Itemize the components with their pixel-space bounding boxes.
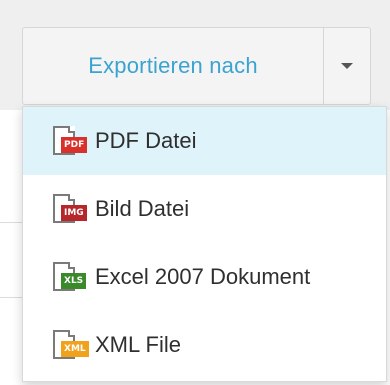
file-type-badge: PDF (61, 137, 88, 153)
menu-item-label: XML File (95, 332, 181, 357)
export-button[interactable]: Exportieren nach (23, 28, 323, 104)
image-file-icon: IMG (49, 192, 87, 226)
caret-down-icon (341, 63, 353, 69)
background-divider (0, 222, 24, 223)
export-split-button: Exportieren nach (22, 27, 371, 105)
menu-item-excel[interactable]: XLS Excel 2007 Dokument (23, 243, 386, 311)
export-dropdown-toggle[interactable] (323, 28, 370, 104)
menu-item-label: Excel 2007 Dokument (95, 264, 311, 289)
file-type-badge: XML (61, 341, 89, 357)
export-button-label: Exportieren nach (88, 53, 258, 78)
menu-item-pdf[interactable]: PDF PDF Datei (23, 107, 386, 175)
pdf-file-icon: PDF (49, 124, 88, 158)
file-type-badge: XLS (61, 273, 87, 289)
excel-file-icon: XLS (49, 260, 87, 294)
menu-item-xml[interactable]: XML XML File (23, 311, 386, 379)
xml-file-icon: XML (49, 328, 89, 362)
export-dropdown-menu: PDF PDF Datei IMG Bild Datei XLS Excel 2… (22, 106, 387, 382)
menu-item-label: PDF Datei (95, 128, 197, 153)
file-type-badge: IMG (61, 205, 87, 221)
menu-item-label: Bild Datei (95, 196, 190, 221)
menu-item-image[interactable]: IMG Bild Datei (23, 175, 386, 243)
background-divider (0, 297, 24, 298)
